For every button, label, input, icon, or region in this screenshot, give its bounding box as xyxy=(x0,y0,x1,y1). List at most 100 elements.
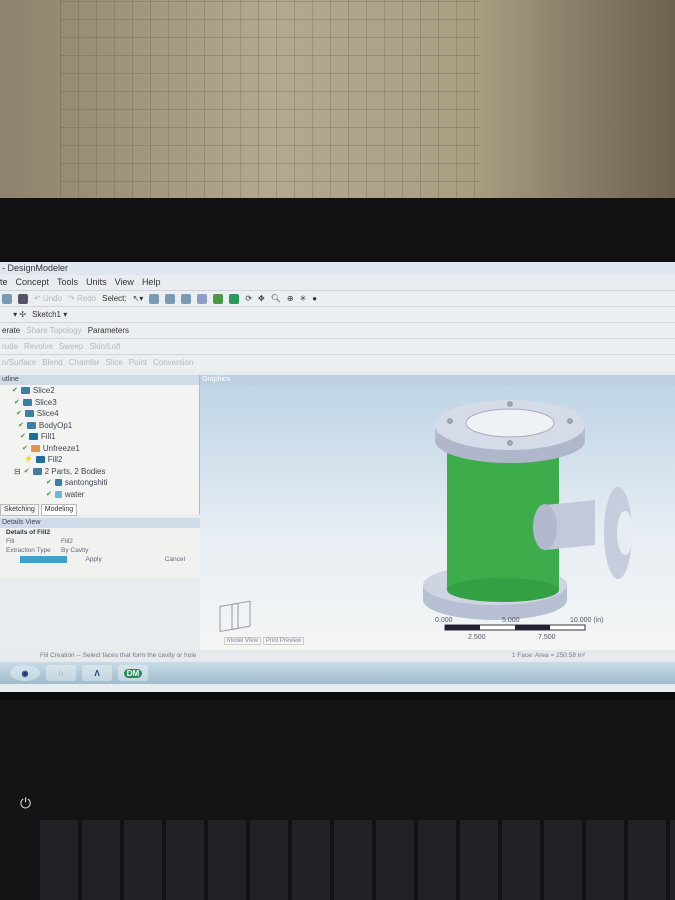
tree-outline: ✔ Slice2 ✔ Slice3 ✔ Slice4 ✔ BodyOp1 ✔ Fill1 … xyxy=(0,385,199,500)
main-toolbar: ↶ Undo ↷ Redo Select: ↖▾ ⟳ ✥ 🔍︎ ⊕ ✳ ● xyxy=(0,290,675,306)
details-value[interactable]: By Cavity xyxy=(61,546,88,555)
menu-help[interactable]: Help xyxy=(142,275,161,290)
tree-item-label: santongshiti xyxy=(64,478,108,487)
thin-surface-button[interactable]: n/Surface xyxy=(2,358,36,367)
status-bar: Fill Creation -- Select faces that form … xyxy=(0,650,675,662)
save-icon[interactable] xyxy=(2,293,12,304)
designmodeler-taskbar-button[interactable]: DM xyxy=(118,665,148,681)
extend-selection-icon[interactable] xyxy=(213,293,224,304)
faces-selection-field[interactable] xyxy=(20,556,68,563)
zoom-icon[interactable]: 🔍︎ xyxy=(271,294,281,303)
select-mode-icon[interactable]: ↖▾ xyxy=(133,294,144,303)
start-button[interactable]: ◉ xyxy=(10,665,40,681)
outline-header: utline xyxy=(0,375,199,385)
tree-item[interactable]: ✔ Unfreeze1 xyxy=(0,443,199,455)
graphics-viewport[interactable]: Graphics 0.000 5.000 10.000 (in) 2.500 7… xyxy=(200,375,675,650)
body-operation-icon xyxy=(26,421,36,429)
details-view-header: Details View xyxy=(0,518,210,528)
body-bottom xyxy=(447,578,559,602)
details-value[interactable]: Fill2 xyxy=(61,537,73,546)
extrude-button[interactable]: rude xyxy=(2,342,18,351)
details-row: Extraction Type By Cavity xyxy=(0,546,210,555)
parameters-button[interactable]: Parameters xyxy=(88,326,129,335)
sketch-dropdown[interactable]: Sketch1 ▾ xyxy=(32,310,102,319)
rotate-icon[interactable]: ⟳ xyxy=(245,294,252,303)
tree-item-label: Fill1 xyxy=(40,432,56,441)
modeling-toolbar: rude Revolve Sweep Skin/Loft xyxy=(0,338,675,354)
chamfer-button[interactable]: Chamfer xyxy=(69,358,100,367)
screenshot-icon[interactable] xyxy=(18,293,28,304)
zoom-fit-icon[interactable] xyxy=(229,293,240,304)
menu-tools[interactable]: Tools xyxy=(57,275,78,290)
top-flange-bore xyxy=(465,408,555,438)
ops-toolbar: n/Surface Blend Chamfer Slice Point Conv… xyxy=(0,354,675,370)
share-topology-button[interactable]: Share Topology xyxy=(26,326,81,335)
generate-button[interactable]: erate xyxy=(2,326,20,335)
graphics-header: Graphics xyxy=(200,375,675,385)
tree-item-label: Slice2 xyxy=(32,386,55,395)
apply-button[interactable]: Apply xyxy=(67,555,120,564)
collapse-icon[interactable]: ⊟ xyxy=(14,466,21,478)
slice-button[interactable]: Slice xyxy=(105,358,122,367)
tree-item[interactable]: ✔ Slice2 xyxy=(0,385,199,397)
tree-item[interactable]: ✔ santongshiti xyxy=(0,477,199,489)
skin-loft-button[interactable]: Skin/Loft xyxy=(89,342,120,351)
solid-body-icon xyxy=(54,479,62,487)
tab-modeling[interactable]: Modeling xyxy=(40,504,78,516)
point-button[interactable]: Point xyxy=(129,358,147,367)
taskbar-app-icon[interactable]: ◌ xyxy=(46,665,76,681)
menu-file[interactable]: te xyxy=(0,275,8,290)
iso-view-icon[interactable]: ✳ xyxy=(300,294,307,303)
selection-info: 1 Face: Area = 250.58 in² xyxy=(511,652,585,659)
redo-button[interactable]: ↷ Redo xyxy=(68,294,96,303)
menu-view[interactable]: View xyxy=(115,275,134,290)
select-vertex-icon[interactable] xyxy=(149,293,160,304)
background-wall xyxy=(0,0,675,205)
slice-icon xyxy=(22,398,32,406)
pan-icon[interactable]: ✥ xyxy=(258,294,265,303)
tree-item[interactable]: ✔ Slice4 xyxy=(0,408,199,420)
conversion-button[interactable]: Conversion xyxy=(153,358,193,367)
select-face-icon[interactable] xyxy=(181,293,192,304)
menu-units[interactable]: Units xyxy=(86,275,107,290)
tree-item-label: Slice4 xyxy=(36,409,59,418)
tree-item[interactable]: ✔ Slice3 xyxy=(0,397,199,409)
zoom-box-icon[interactable]: ⊕ xyxy=(287,294,294,303)
ansys-workbench-icon[interactable]: Λ xyxy=(82,665,112,681)
redo-label: Redo xyxy=(77,294,97,303)
designmodeler-window: - DesignModeler te Concept Tools Units V… xyxy=(0,262,675,692)
display-icon[interactable]: ● xyxy=(312,294,317,303)
tree-item[interactable]: ⊟ ✔ 2 Parts, 2 Bodies xyxy=(0,466,199,478)
scale-ruler: 0.000 5.000 10.000 (in) 2.500 7.500 xyxy=(435,617,603,641)
tab-sketching[interactable]: Sketching xyxy=(0,504,39,516)
tab-model-view[interactable]: Model View xyxy=(224,637,261,645)
menu-concept[interactable]: Concept xyxy=(16,275,50,290)
blend-button[interactable]: Blend xyxy=(42,358,62,367)
revolve-button[interactable]: Revolve xyxy=(24,342,53,351)
scale-label: 2.500 xyxy=(468,634,486,641)
details-view-panel: Details View Details of Fill2 Fill Fill2 … xyxy=(0,518,210,578)
tree-item-label: BodyOp1 xyxy=(38,420,73,430)
pipe-tee-model[interactable] xyxy=(423,400,633,620)
dm-label: DM xyxy=(123,668,143,678)
tree-item-label: water xyxy=(64,489,85,499)
tree-item-label: Unfreeze1 xyxy=(42,443,80,453)
undo-button[interactable]: ↶ Undo xyxy=(34,294,62,303)
slice-icon xyxy=(20,387,30,395)
select-edge-icon[interactable] xyxy=(165,293,176,304)
plane-dropdown[interactable]: ▾ ✢ xyxy=(2,310,26,319)
tree-item[interactable]: ⚡ Fill2 xyxy=(0,454,199,466)
select-label: Select: xyxy=(102,294,127,303)
select-body-icon[interactable] xyxy=(197,293,208,304)
sweep-button[interactable]: Sweep xyxy=(59,342,83,351)
tree-item[interactable]: ✔ water xyxy=(0,489,199,501)
tab-print-preview[interactable]: Print Preview xyxy=(262,637,305,645)
triad-icon xyxy=(219,600,251,633)
scale-label: 0.000 xyxy=(435,617,453,624)
parts-icon xyxy=(32,467,42,475)
scale-label: 10.000 (in) xyxy=(570,617,603,624)
tree-item[interactable]: ✔ BodyOp1 xyxy=(0,420,199,432)
branch-joint xyxy=(533,504,557,550)
tree-item[interactable]: ✔ Fill1 xyxy=(0,431,199,443)
view-tabs: Model View Print Preview xyxy=(224,637,305,645)
